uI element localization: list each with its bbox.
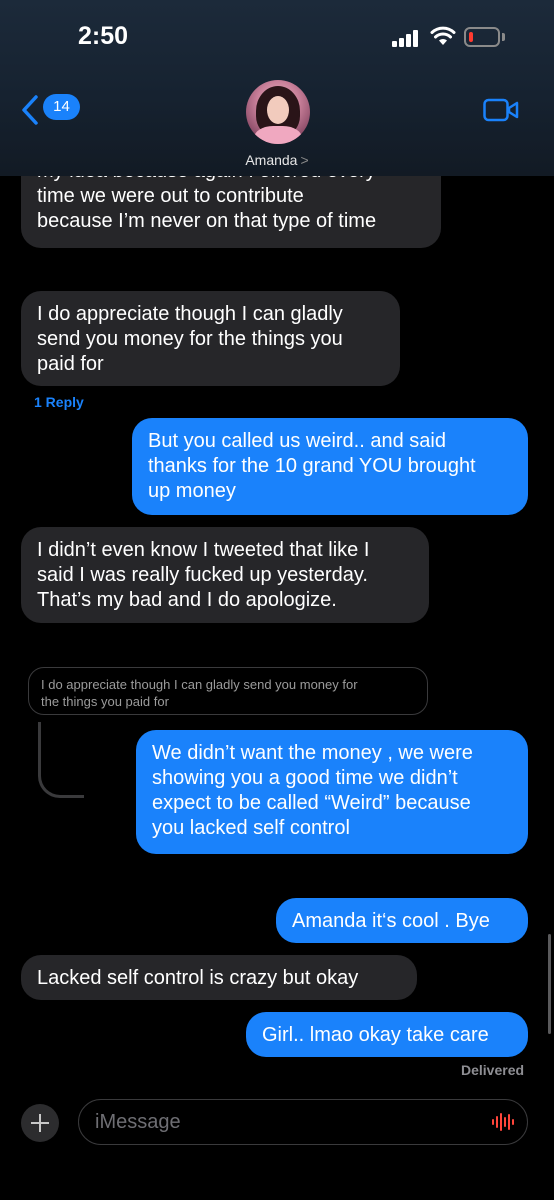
quoted-line: I do appreciate though I can gladly send… bbox=[41, 677, 358, 692]
quoted-reply-preview[interactable]: I do appreciate though I can gladly send… bbox=[28, 667, 428, 715]
message-bubble-outgoing[interactable]: But you called us weird.. and said thank… bbox=[132, 418, 528, 515]
wifi-icon bbox=[430, 26, 456, 45]
back-button[interactable]: 14 bbox=[20, 92, 80, 128]
message-line: Girl.. lmao okay take care bbox=[262, 1024, 489, 1046]
message-line: paid for bbox=[37, 353, 104, 375]
unread-count-badge: 14 bbox=[43, 94, 80, 120]
message-line: send you money for the things you bbox=[37, 328, 343, 350]
contact-name-label: Amanda bbox=[245, 152, 298, 168]
message-line: time we were out to contribute bbox=[37, 185, 304, 207]
quoted-line: the things you paid for bbox=[41, 694, 169, 709]
message-line: thanks for the 10 grand YOU brought bbox=[148, 455, 476, 477]
message-compose-field[interactable] bbox=[78, 1099, 528, 1145]
message-line: said I was really fucked up yesterday. bbox=[37, 564, 368, 586]
message-line: you lacked self control bbox=[152, 817, 350, 839]
message-bubble-outgoing[interactable]: Girl.. lmao okay take care bbox=[246, 1012, 528, 1057]
message-bubble-incoming[interactable]: I do appreciate though I can gladly send… bbox=[21, 291, 400, 386]
video-camera-icon[interactable] bbox=[483, 98, 519, 122]
message-bubble-outgoing[interactable]: We didn’t want the money , we were showi… bbox=[136, 730, 528, 854]
waveform-icon[interactable] bbox=[491, 1112, 515, 1132]
battery-icon bbox=[464, 27, 500, 47]
message-bubble-incoming[interactable]: I didn’t even know I tweeted that like I… bbox=[21, 527, 429, 623]
message-line: That’s my bad and I do apologize. bbox=[37, 589, 337, 611]
battery-cap bbox=[502, 33, 505, 41]
message-line: up money bbox=[148, 480, 236, 502]
scrollbar[interactable] bbox=[548, 934, 551, 1034]
imessage-input[interactable] bbox=[95, 1110, 475, 1134]
message-line: Amanda it‘s cool . Bye bbox=[292, 910, 490, 932]
message-line: expect to be called “Weird” because bbox=[152, 792, 471, 814]
avatar[interactable] bbox=[246, 80, 310, 144]
chevron-right-icon: > bbox=[300, 152, 309, 168]
delivered-status: Delivered bbox=[461, 1062, 525, 1078]
message-line: I do appreciate though I can gladly bbox=[37, 303, 343, 325]
battery-level bbox=[469, 32, 473, 42]
contact-name[interactable]: Amanda > bbox=[0, 152, 554, 168]
add-attachment-button[interactable] bbox=[21, 1104, 59, 1142]
message-line: I didn’t even know I tweeted that like I bbox=[37, 539, 370, 561]
reply-thread-connector bbox=[38, 722, 84, 798]
message-bubble-outgoing[interactable]: Amanda it‘s cool . Bye bbox=[276, 898, 528, 943]
message-line: But you called us weird.. and said bbox=[148, 430, 446, 452]
message-line: Lacked self control is crazy but okay bbox=[37, 967, 359, 989]
status-time: 2:50 bbox=[78, 22, 129, 50]
message-line: showing you a good time we didn’t bbox=[152, 767, 458, 789]
reply-count-link[interactable]: 1 Reply bbox=[34, 394, 84, 410]
message-line: because I’m never on that type of time bbox=[37, 210, 377, 232]
message-line: We didn’t want the money , we were bbox=[152, 742, 473, 764]
chevron-left-icon bbox=[22, 95, 38, 125]
conversation-header: 2:50 14 Amanda > bbox=[0, 0, 554, 176]
message-bubble-incoming[interactable]: Lacked self control is crazy but okay bbox=[21, 955, 417, 1000]
cellular-signal-icon bbox=[392, 30, 420, 47]
